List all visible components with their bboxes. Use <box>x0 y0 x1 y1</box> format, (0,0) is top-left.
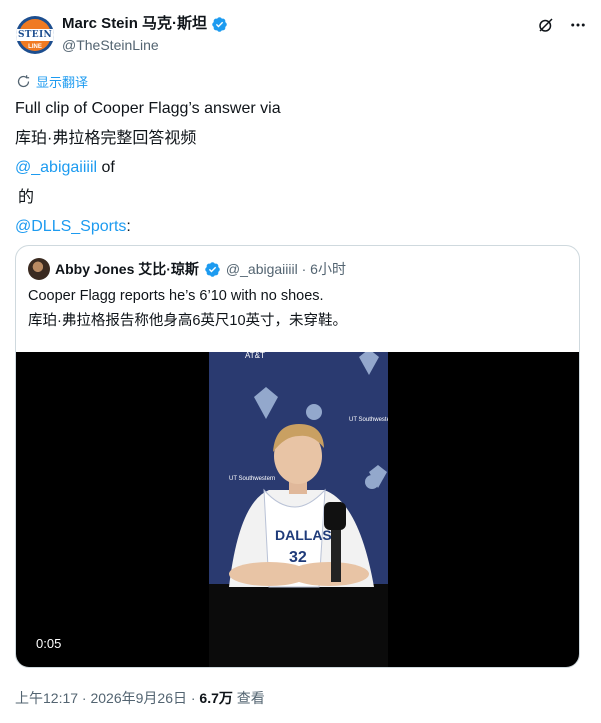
tweet-line: @_abigaiiiil of <box>15 153 281 183</box>
jersey-number: 32 <box>289 549 307 566</box>
tweet-text-fragment: : <box>126 218 131 235</box>
tweet-line: Full clip of Cooper Flagg’s answer via <box>15 100 281 117</box>
tweet-header: STEIN LINE Marc Stein 马克·斯坦 @TheSteinLin… <box>14 14 587 58</box>
author-display-name[interactable]: Marc Stein 马克·斯坦 <box>62 14 207 34</box>
views-count: 6.7万 <box>199 690 233 706</box>
show-translation-link[interactable]: 显示翻译 <box>16 72 88 91</box>
verified-badge-icon <box>212 16 227 32</box>
quoted-tweet[interactable]: Abby Jones 艾比·琼斯 @_abigaiiiil · 6小时 Coop… <box>15 245 580 668</box>
quote-handle-time: @_abigaiiiil · 6小时 <box>225 261 346 277</box>
mention-link[interactable]: @DLLS_Sports <box>15 218 126 235</box>
video-duration: 0:05 <box>30 634 68 653</box>
att-logo-text: AT&T <box>245 352 265 360</box>
more-options-icon[interactable] <box>569 16 587 34</box>
att-globe-icon <box>365 475 379 489</box>
tweet-line: 的 <box>18 188 35 206</box>
sponsor-text: UT Southwestern <box>229 476 275 482</box>
avatar-band: STEIN <box>16 29 54 41</box>
quote-text-zh: 库珀·弗拉格报告称他身高6英尺10英寸，未穿鞋。 <box>28 313 348 329</box>
tweet-meta: 上午12:17 · 2026年9月26日 · 6.7万 查看 <box>15 688 265 708</box>
tweet-body: Full clip of Cooper Flagg’s answer via 库… <box>15 94 281 242</box>
verified-badge-icon <box>205 261 220 277</box>
video-player[interactable]: AT&T UT Southwestern UT Southwestern DAL… <box>16 352 579 667</box>
grok-icon[interactable] <box>537 16 555 34</box>
translate-icon <box>17 75 30 88</box>
video-frame: AT&T UT Southwestern UT Southwestern DAL… <box>209 352 388 667</box>
author-names: Marc Stein 马克·斯坦 @TheSteinLine <box>62 14 228 55</box>
header-actions <box>537 16 587 34</box>
microphone-icon <box>324 502 346 530</box>
sponsor-text: UT Southwestern <box>349 417 388 423</box>
tweet-line-translation: 库珀·弗拉格完整回答视频 <box>15 129 197 147</box>
mention-link[interactable]: @_abigaiiiil <box>15 159 97 176</box>
tweet-text-fragment: of <box>97 159 115 176</box>
quote-text-en: Cooper Flagg reports he’s 6’10 with no s… <box>28 288 324 304</box>
quote-author-name: Abby Jones 艾比·琼斯 <box>55 261 199 277</box>
author-handle[interactable]: @TheSteinLine <box>62 35 228 55</box>
avatar-logo-subtext: LINE <box>28 44 42 50</box>
quote-header: Abby Jones 艾比·琼斯 @_abigaiiiil · 6小时 <box>28 258 346 280</box>
show-translation-label: 显示翻译 <box>36 75 89 90</box>
avatar-logo-text: STEIN <box>18 30 52 40</box>
author-avatar[interactable]: STEIN LINE <box>16 16 54 54</box>
jersey-text: DALLAS <box>275 527 332 543</box>
quote-author-avatar <box>28 258 50 280</box>
video-still: AT&T UT Southwestern UT Southwestern DAL… <box>209 352 388 667</box>
quote-body: Cooper Flagg reports he’s 6’10 with no s… <box>28 284 347 334</box>
views-label: 查看 <box>232 690 265 706</box>
att-globe-icon <box>306 404 322 420</box>
tweet-timestamp[interactable]: 上午12:17 · 2026年9月26日 · <box>15 690 199 706</box>
tweet-line: @DLLS_Sports: <box>15 212 281 242</box>
